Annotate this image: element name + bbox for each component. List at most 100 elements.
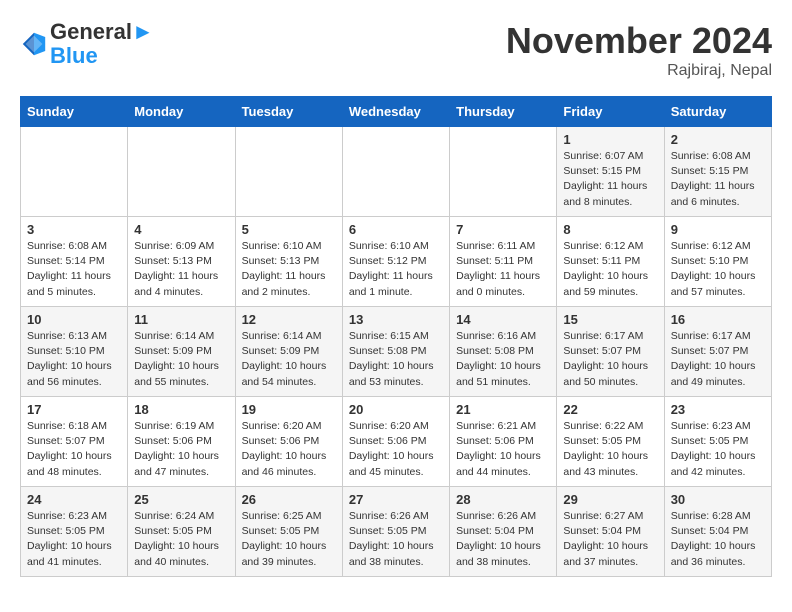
calendar-row: 1 Sunrise: 6:07 AM Sunset: 5:15 PM Daylig… — [21, 127, 772, 217]
weekday-thursday: Thursday — [450, 97, 557, 127]
calendar-row: 17 Sunrise: 6:18 AM Sunset: 5:07 PM Dayli… — [21, 397, 772, 487]
day-number: 3 — [27, 222, 121, 237]
cell-info: Sunrise: 6:11 AM Sunset: 5:11 PM Dayligh… — [456, 239, 550, 300]
day-number: 21 — [456, 402, 550, 417]
cell-info: Sunrise: 6:08 AM Sunset: 5:15 PM Dayligh… — [671, 149, 765, 210]
cell-info: Sunrise: 6:18 AM Sunset: 5:07 PM Dayligh… — [27, 419, 121, 480]
day-number: 18 — [134, 402, 228, 417]
day-number: 2 — [671, 132, 765, 147]
calendar-cell: 26 Sunrise: 6:25 AM Sunset: 5:05 PM Dayli… — [235, 487, 342, 577]
cell-info: Sunrise: 6:25 AM Sunset: 5:05 PM Dayligh… — [242, 509, 336, 570]
day-number: 13 — [349, 312, 443, 327]
day-number: 27 — [349, 492, 443, 507]
weekday-saturday: Saturday — [664, 97, 771, 127]
calendar-cell: 12 Sunrise: 6:14 AM Sunset: 5:09 PM Dayli… — [235, 307, 342, 397]
cell-info: Sunrise: 6:19 AM Sunset: 5:06 PM Dayligh… — [134, 419, 228, 480]
title-block: November 2024 Rajbiraj, Nepal — [506, 20, 772, 80]
day-number: 14 — [456, 312, 550, 327]
cell-info: Sunrise: 6:12 AM Sunset: 5:10 PM Dayligh… — [671, 239, 765, 300]
day-number: 20 — [349, 402, 443, 417]
day-number: 29 — [563, 492, 657, 507]
cell-info: Sunrise: 6:08 AM Sunset: 5:14 PM Dayligh… — [27, 239, 121, 300]
calendar-cell: 2 Sunrise: 6:08 AM Sunset: 5:15 PM Daylig… — [664, 127, 771, 217]
calendar-cell — [21, 127, 128, 217]
cell-info: Sunrise: 6:15 AM Sunset: 5:08 PM Dayligh… — [349, 329, 443, 390]
cell-info: Sunrise: 6:10 AM Sunset: 5:13 PM Dayligh… — [242, 239, 336, 300]
day-number: 5 — [242, 222, 336, 237]
calendar-cell — [450, 127, 557, 217]
cell-info: Sunrise: 6:17 AM Sunset: 5:07 PM Dayligh… — [563, 329, 657, 390]
day-number: 7 — [456, 222, 550, 237]
cell-info: Sunrise: 6:10 AM Sunset: 5:12 PM Dayligh… — [349, 239, 443, 300]
cell-info: Sunrise: 6:20 AM Sunset: 5:06 PM Dayligh… — [349, 419, 443, 480]
calendar-cell — [128, 127, 235, 217]
calendar-cell: 19 Sunrise: 6:20 AM Sunset: 5:06 PM Dayli… — [235, 397, 342, 487]
calendar-cell: 11 Sunrise: 6:14 AM Sunset: 5:09 PM Dayli… — [128, 307, 235, 397]
day-number: 10 — [27, 312, 121, 327]
day-number: 30 — [671, 492, 765, 507]
day-number: 12 — [242, 312, 336, 327]
cell-info: Sunrise: 6:12 AM Sunset: 5:11 PM Dayligh… — [563, 239, 657, 300]
day-number: 15 — [563, 312, 657, 327]
day-number: 17 — [27, 402, 121, 417]
cell-info: Sunrise: 6:14 AM Sunset: 5:09 PM Dayligh… — [134, 329, 228, 390]
cell-info: Sunrise: 6:20 AM Sunset: 5:06 PM Dayligh… — [242, 419, 336, 480]
day-number: 1 — [563, 132, 657, 147]
weekday-friday: Friday — [557, 97, 664, 127]
calendar-cell: 28 Sunrise: 6:26 AM Sunset: 5:04 PM Dayli… — [450, 487, 557, 577]
cell-info: Sunrise: 6:17 AM Sunset: 5:07 PM Dayligh… — [671, 329, 765, 390]
calendar-cell: 6 Sunrise: 6:10 AM Sunset: 5:12 PM Daylig… — [342, 217, 449, 307]
day-number: 26 — [242, 492, 336, 507]
calendar-cell: 27 Sunrise: 6:26 AM Sunset: 5:05 PM Dayli… — [342, 487, 449, 577]
calendar-row: 3 Sunrise: 6:08 AM Sunset: 5:14 PM Daylig… — [21, 217, 772, 307]
cell-info: Sunrise: 6:14 AM Sunset: 5:09 PM Dayligh… — [242, 329, 336, 390]
calendar-cell: 15 Sunrise: 6:17 AM Sunset: 5:07 PM Dayli… — [557, 307, 664, 397]
calendar-cell: 4 Sunrise: 6:09 AM Sunset: 5:13 PM Daylig… — [128, 217, 235, 307]
day-number: 19 — [242, 402, 336, 417]
day-number: 6 — [349, 222, 443, 237]
calendar-cell: 20 Sunrise: 6:20 AM Sunset: 5:06 PM Dayli… — [342, 397, 449, 487]
day-number: 22 — [563, 402, 657, 417]
cell-info: Sunrise: 6:26 AM Sunset: 5:05 PM Dayligh… — [349, 509, 443, 570]
day-number: 24 — [27, 492, 121, 507]
cell-info: Sunrise: 6:27 AM Sunset: 5:04 PM Dayligh… — [563, 509, 657, 570]
calendar-cell: 22 Sunrise: 6:22 AM Sunset: 5:05 PM Dayli… — [557, 397, 664, 487]
cell-info: Sunrise: 6:23 AM Sunset: 5:05 PM Dayligh… — [27, 509, 121, 570]
cell-info: Sunrise: 6:24 AM Sunset: 5:05 PM Dayligh… — [134, 509, 228, 570]
day-number: 28 — [456, 492, 550, 507]
cell-info: Sunrise: 6:09 AM Sunset: 5:13 PM Dayligh… — [134, 239, 228, 300]
cell-info: Sunrise: 6:22 AM Sunset: 5:05 PM Dayligh… — [563, 419, 657, 480]
logo: General► Blue — [20, 20, 154, 68]
cell-info: Sunrise: 6:28 AM Sunset: 5:04 PM Dayligh… — [671, 509, 765, 570]
calendar-cell: 16Sunrise: 6:17 AM Sunset: 5:07 PM Dayli… — [664, 307, 771, 397]
calendar-cell: 21 Sunrise: 6:21 AM Sunset: 5:06 PM Dayli… — [450, 397, 557, 487]
logo-text: General► Blue — [50, 20, 154, 68]
calendar-row: 24 Sunrise: 6:23 AM Sunset: 5:05 PM Dayli… — [21, 487, 772, 577]
calendar-cell: 10Sunrise: 6:13 AM Sunset: 5:10 PM Dayli… — [21, 307, 128, 397]
month-title: November 2024 — [506, 20, 772, 62]
logo-icon — [20, 30, 48, 58]
day-number: 4 — [134, 222, 228, 237]
calendar-row: 10Sunrise: 6:13 AM Sunset: 5:10 PM Dayli… — [21, 307, 772, 397]
calendar-table: SundayMondayTuesdayWednesdayThursdayFrid… — [20, 96, 772, 577]
weekday-sunday: Sunday — [21, 97, 128, 127]
calendar-cell: 13 Sunrise: 6:15 AM Sunset: 5:08 PM Dayli… — [342, 307, 449, 397]
calendar-cell: 29 Sunrise: 6:27 AM Sunset: 5:04 PM Dayli… — [557, 487, 664, 577]
calendar-cell: 30 Sunrise: 6:28 AM Sunset: 5:04 PM Dayli… — [664, 487, 771, 577]
calendar-cell — [342, 127, 449, 217]
calendar-cell: 14Sunrise: 6:16 AM Sunset: 5:08 PM Dayli… — [450, 307, 557, 397]
day-number: 8 — [563, 222, 657, 237]
calendar-cell: 9 Sunrise: 6:12 AM Sunset: 5:10 PM Daylig… — [664, 217, 771, 307]
weekday-monday: Monday — [128, 97, 235, 127]
calendar-cell: 7 Sunrise: 6:11 AM Sunset: 5:11 PM Daylig… — [450, 217, 557, 307]
calendar-cell — [235, 127, 342, 217]
cell-info: Sunrise: 6:07 AM Sunset: 5:15 PM Dayligh… — [563, 149, 657, 210]
cell-info: Sunrise: 6:21 AM Sunset: 5:06 PM Dayligh… — [456, 419, 550, 480]
day-number: 11 — [134, 312, 228, 327]
day-number: 9 — [671, 222, 765, 237]
calendar-cell: 17 Sunrise: 6:18 AM Sunset: 5:07 PM Dayli… — [21, 397, 128, 487]
calendar-cell: 24 Sunrise: 6:23 AM Sunset: 5:05 PM Dayli… — [21, 487, 128, 577]
calendar-cell: 23Sunrise: 6:23 AM Sunset: 5:05 PM Dayli… — [664, 397, 771, 487]
cell-info: Sunrise: 6:26 AM Sunset: 5:04 PM Dayligh… — [456, 509, 550, 570]
weekday-tuesday: Tuesday — [235, 97, 342, 127]
